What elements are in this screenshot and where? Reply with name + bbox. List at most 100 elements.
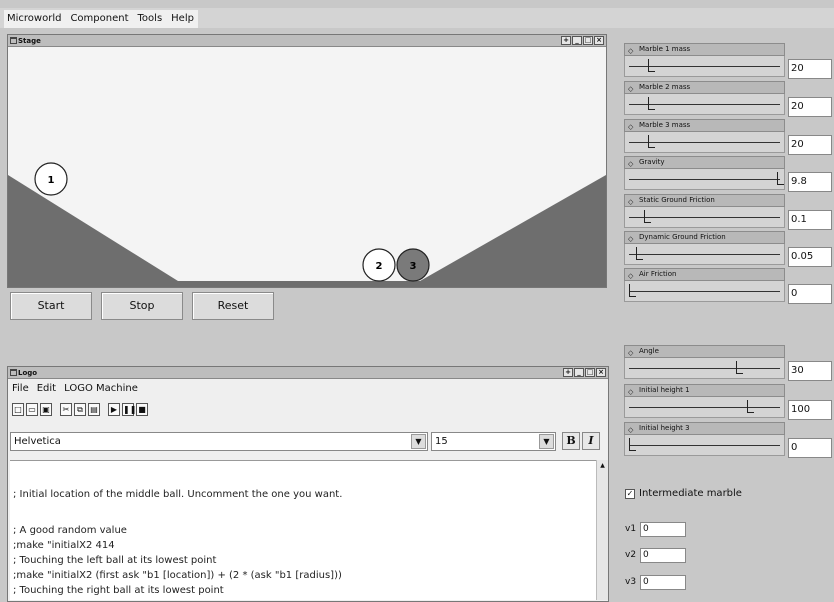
- intermediate-marble-checkbox[interactable]: ✓: [625, 488, 635, 499]
- italic-button[interactable]: I: [582, 432, 600, 450]
- stop-button[interactable]: Stop: [101, 292, 183, 320]
- slider-value-field[interactable]: 0: [788, 438, 832, 458]
- slider-value-field[interactable]: 30: [788, 361, 832, 381]
- slider-thumb[interactable]: [648, 59, 656, 72]
- slider-title-text: Air Friction: [639, 270, 677, 278]
- slider-track[interactable]: [624, 169, 785, 190]
- paste-icon[interactable]: ▤: [88, 403, 100, 416]
- v2-input[interactable]: 0: [640, 548, 686, 563]
- slider-title-text: Marble 2 mass: [639, 83, 691, 91]
- intermediate-marble-label: Intermediate marble: [639, 488, 742, 499]
- slider-value-field[interactable]: 0.05: [788, 247, 832, 267]
- copy-icon[interactable]: ⧉: [74, 403, 86, 416]
- slider-title-text: Gravity: [639, 158, 665, 166]
- slider-title-text: Initial height 3: [639, 424, 690, 432]
- slider-title-text: Dynamic Ground Friction: [639, 233, 726, 241]
- slider-track[interactable]: [624, 397, 785, 418]
- slider-title: ◇ Marble 1 mass: [624, 43, 785, 56]
- slider-thumb[interactable]: [629, 438, 636, 451]
- maximize-button[interactable]: □: [583, 36, 593, 45]
- v3-input[interactable]: 0: [640, 575, 686, 590]
- slider-thumb[interactable]: [648, 135, 656, 148]
- slider-thumb[interactable]: [636, 247, 644, 260]
- slider-track[interactable]: [624, 244, 785, 265]
- menu-microworld[interactable]: Microworld: [7, 10, 61, 28]
- save-icon[interactable]: ▣: [40, 403, 52, 416]
- run-icon[interactable]: ▶: [108, 403, 120, 416]
- code-line: ; A good random value: [13, 525, 127, 536]
- slider-value-field[interactable]: 100: [788, 400, 832, 420]
- logo-menu-edit[interactable]: Edit: [37, 383, 56, 394]
- slider-track[interactable]: [624, 94, 785, 115]
- new-file-icon[interactable]: □: [12, 403, 24, 416]
- logo-titlebar: Logo + _ □ ×: [8, 367, 608, 379]
- marble-2-label: 2: [376, 261, 383, 272]
- slider-title: ◇ Marble 3 mass: [624, 119, 785, 132]
- editor-scrollbar[interactable]: ▲: [596, 460, 608, 600]
- minimize-button[interactable]: _: [574, 368, 584, 377]
- font-name-value: Helvetica: [14, 436, 61, 447]
- v1-input[interactable]: 0: [640, 522, 686, 537]
- slider-value-field[interactable]: 20: [788, 59, 832, 79]
- open-file-icon[interactable]: ▭: [26, 403, 38, 416]
- chevron-down-icon[interactable]: ▼: [539, 434, 554, 449]
- slider-thumb[interactable]: [648, 97, 656, 110]
- pin-icon[interactable]: +: [563, 368, 573, 377]
- slider-thumb[interactable]: [643, 210, 651, 223]
- slider-value-field[interactable]: 20: [788, 135, 832, 155]
- maximize-button[interactable]: □: [585, 368, 595, 377]
- slider-title: ◇ Air Friction: [624, 268, 785, 281]
- scroll-up-icon[interactable]: ▲: [598, 462, 607, 471]
- code-line: ; Touching the left ball at its lowest p…: [13, 555, 217, 566]
- logo-menubar: File Edit LOGO Machine: [12, 383, 138, 394]
- menu-component[interactable]: Component: [70, 10, 128, 28]
- logo-menu-file[interactable]: File: [12, 383, 29, 394]
- slider-value-field[interactable]: 20: [788, 97, 832, 117]
- font-size-select[interactable]: 15 ▼: [431, 432, 556, 451]
- code-line: ; Initial location of the middle ball. U…: [13, 489, 343, 500]
- cut-icon[interactable]: ✂: [60, 403, 72, 416]
- close-button[interactable]: ×: [594, 36, 604, 45]
- ground-floor: [8, 281, 606, 287]
- slider-value-field[interactable]: 0.1: [788, 210, 832, 230]
- stop-icon[interactable]: ■: [136, 403, 148, 416]
- font-size-value: 15: [435, 436, 448, 447]
- logo-window-icon: [10, 369, 17, 376]
- stage-canvas[interactable]: 1 2 3: [8, 47, 606, 287]
- slider-value-field[interactable]: 0: [788, 284, 832, 304]
- slider-track[interactable]: [624, 132, 785, 153]
- slider-thumb[interactable]: [747, 400, 755, 413]
- logo-menu-logo-machine[interactable]: LOGO Machine: [64, 383, 138, 394]
- logo-window: Logo + _ □ × File Edit LOGO Machine □ ▭ …: [7, 366, 609, 602]
- menu-tools[interactable]: Tools: [138, 10, 163, 28]
- menu-list: Microworld Component Tools Help: [4, 10, 198, 28]
- slider-thumb[interactable]: [777, 172, 784, 185]
- slider-track[interactable]: [624, 56, 785, 77]
- slider-title: ◇ Marble 2 mass: [624, 81, 785, 94]
- pause-icon[interactable]: ❚❚: [122, 403, 136, 416]
- font-name-select[interactable]: Helvetica ▼: [10, 432, 428, 451]
- slider-track[interactable]: [624, 207, 785, 228]
- bold-button[interactable]: B: [562, 432, 580, 450]
- stage-window-icon: [10, 37, 17, 44]
- slider-thumb[interactable]: [629, 284, 636, 297]
- stage-titlebar: Stage + _ □ ×: [8, 35, 606, 47]
- slider-line: [629, 368, 780, 369]
- slider-track[interactable]: [624, 358, 785, 379]
- slider-track[interactable]: [624, 435, 785, 456]
- start-button[interactable]: Start: [10, 292, 92, 320]
- minimize-button[interactable]: _: [572, 36, 582, 45]
- slider-track[interactable]: [624, 281, 785, 302]
- intermediate-marble-option[interactable]: ✓ Intermediate marble: [625, 488, 742, 499]
- menu-help[interactable]: Help: [171, 10, 194, 28]
- slider-value-field[interactable]: 9.8: [788, 172, 832, 192]
- reset-button[interactable]: Reset: [192, 292, 274, 320]
- logo-code-editor[interactable]: ; Initial location of the middle ball. U…: [10, 460, 596, 600]
- slider-title: ◇ Initial height 3: [624, 422, 785, 435]
- slider-thumb[interactable]: [735, 361, 743, 374]
- close-button[interactable]: ×: [596, 368, 606, 377]
- slider-line: [629, 291, 780, 292]
- pin-icon[interactable]: +: [561, 36, 571, 45]
- chevron-down-icon[interactable]: ▼: [411, 434, 426, 449]
- slider-title-text: Angle: [639, 347, 659, 355]
